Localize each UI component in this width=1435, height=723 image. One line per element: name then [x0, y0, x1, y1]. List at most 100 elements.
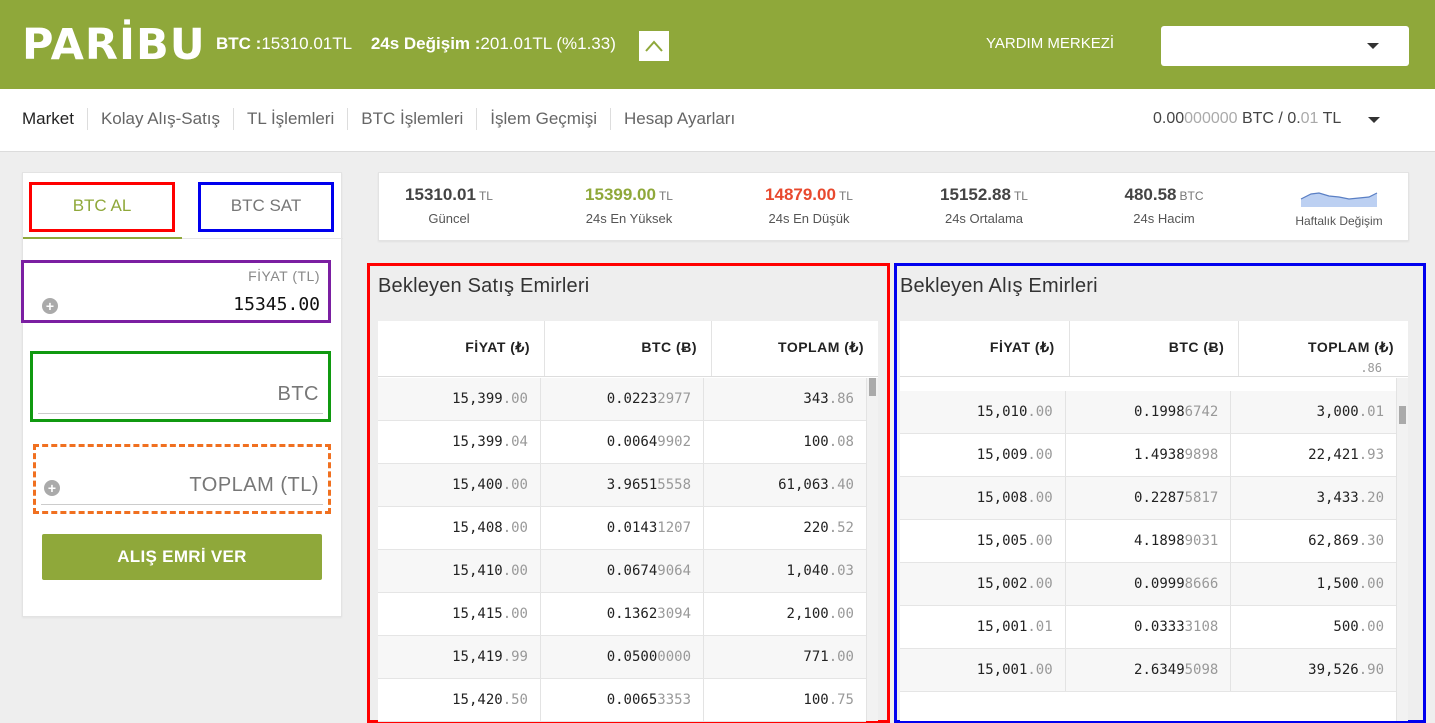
- stat-current-caption: Güncel: [428, 211, 470, 226]
- nav-item-account-settings[interactable]: Hesap Ayarları: [610, 108, 748, 130]
- table-row[interactable]: 15,009.00 1.49389898 22,421.93: [900, 434, 1396, 477]
- ticker-value: 15310.01TL: [261, 34, 353, 53]
- cell-total: 3,000.01: [1231, 391, 1396, 433]
- cell-price-main: 15,008: [976, 490, 1028, 506]
- cell-total-main: 2,100: [786, 606, 829, 622]
- total-input[interactable]: [41, 504, 323, 505]
- cell-btc-dim: 3108: [1184, 619, 1219, 635]
- table-row[interactable]: 15,399.04 0.00649902 100.08: [378, 421, 866, 464]
- cell-total-dim: .08: [828, 434, 854, 450]
- table-row[interactable]: 15,005.00 4.18989031 62,869.30: [900, 520, 1396, 563]
- table-row[interactable]: 15,001.00 2.63495098 39,526.90: [900, 649, 1396, 692]
- table-row[interactable]: 15,001.01 0.03333108 500.00: [900, 606, 1396, 649]
- total-label: TOPLAM (TL): [189, 474, 319, 496]
- cell-price: 15,001.00: [900, 649, 1066, 691]
- buy-scrollbar[interactable]: [1396, 378, 1408, 721]
- table-row[interactable]: 15,008.00 0.22875817 3,433.20: [900, 477, 1396, 520]
- cell-total-main: 343: [803, 391, 829, 407]
- cell-btc-main: 0.1998: [1134, 404, 1185, 420]
- cell-price: 15,408.00: [378, 507, 541, 549]
- col-btc-header[interactable]: BTC (Ƀ): [1070, 321, 1240, 376]
- cell-total: 62,869.30: [1231, 520, 1396, 562]
- cell-total-main: 771: [803, 649, 829, 665]
- sell-orders-table: FİYAT (₺) BTC (Ƀ) TOPLAM (₺) 15,399.00 0.…: [378, 321, 878, 722]
- col-total-header[interactable]: TOPLAM (₺): [1239, 321, 1408, 376]
- nav-item-tl-transactions[interactable]: TL İşlemleri: [233, 108, 347, 130]
- caret-down-icon: [1367, 43, 1379, 49]
- cell-btc-main: 0.0223: [606, 391, 658, 407]
- balance-btc-unit: BTC / 0.: [1237, 110, 1301, 127]
- cell-total-dim: .90: [1358, 662, 1385, 678]
- cell-price: 15,415.00: [378, 593, 541, 635]
- col-price-header[interactable]: FİYAT (₺): [900, 321, 1070, 376]
- col-total-header[interactable]: TOPLAM (₺): [712, 321, 878, 376]
- plus-circle-icon[interactable]: +: [44, 480, 60, 496]
- total-field[interactable]: + TOPLAM (TL): [33, 444, 331, 514]
- cell-total-dim: .86: [828, 391, 854, 407]
- table-row[interactable]: 15,399.00 0.02232977 343.86: [378, 378, 866, 421]
- cell-price-dim: .01: [1027, 619, 1053, 635]
- cell-price-main: 15,400: [452, 477, 503, 493]
- cell-total-dim: .93: [1358, 447, 1385, 463]
- table-row[interactable]: 15,400.00 3.96515558 61,063.40: [378, 464, 866, 507]
- price-input[interactable]: 15345.00: [233, 294, 320, 315]
- scrollbar-thumb[interactable]: [1399, 406, 1406, 424]
- paribu-logo[interactable]: PARİBU: [22, 22, 206, 68]
- table-row[interactable]: 15,410.00 0.06749064 1,040.03: [378, 550, 866, 593]
- cell-btc-main: 4.1898: [1134, 533, 1185, 549]
- cell-btc-main: 1.4938: [1134, 447, 1185, 463]
- nav-item-market[interactable]: Market: [22, 108, 87, 130]
- account-dropdown[interactable]: [1161, 26, 1409, 66]
- tab-btc-buy[interactable]: BTC AL: [29, 182, 175, 232]
- cell-btc-main: 0.1362: [606, 606, 658, 622]
- tab-btc-sell[interactable]: BTC SAT: [198, 182, 334, 232]
- table-row[interactable]: 15,420.50 0.00653353 100.75: [378, 679, 866, 722]
- plus-circle-icon[interactable]: +: [42, 298, 58, 314]
- caret-down-icon[interactable]: [1368, 117, 1380, 123]
- cell-btc-main: 3.9651: [606, 477, 658, 493]
- cell-total-main: 220: [803, 520, 829, 536]
- cell-price: 15,400.00: [378, 464, 541, 506]
- cell-btc: 0.13623094: [541, 593, 704, 635]
- nav-item-history[interactable]: İşlem Geçmişi: [476, 108, 610, 130]
- nav-item-easy-trade[interactable]: Kolay Alış-Satış: [86, 108, 233, 130]
- cell-price-dim: .00: [502, 563, 528, 579]
- price-up-button[interactable]: [639, 31, 669, 61]
- col-price-header[interactable]: FİYAT (₺): [378, 321, 545, 376]
- balance-tl-dim: 01: [1300, 110, 1319, 127]
- table-row[interactable]: 15,408.00 0.01431207 220.52: [378, 507, 866, 550]
- cell-price: 15,008.00: [900, 477, 1066, 519]
- weekly-change[interactable]: Haftalık Değişim: [1289, 185, 1389, 228]
- nav-menu: Market Kolay Alış-Satış TL İşlemleri BTC…: [22, 108, 748, 130]
- stat-average-unit: TL: [1013, 189, 1028, 203]
- table-row[interactable]: 15,010.00 0.19986742 3,000.01: [900, 391, 1396, 434]
- stat-average-value: 15152.88: [940, 185, 1011, 204]
- cell-btc-dim: 5817: [1184, 490, 1219, 506]
- table-row[interactable]: 15,002.00 0.09998666 1,500.00: [900, 563, 1396, 606]
- cell-btc: 0.22875817: [1066, 477, 1232, 519]
- balance-display[interactable]: 0.00000000 BTC / 0.01 TL: [1153, 109, 1341, 129]
- cell-btc-main: 0.0143: [606, 520, 658, 536]
- sell-scrollbar[interactable]: [866, 378, 878, 721]
- cell-price-dim: .00: [502, 477, 528, 493]
- place-buy-order-button[interactable]: ALIŞ EMRİ VER: [42, 534, 322, 580]
- cell-btc-main: 0.0064: [606, 434, 658, 450]
- cell-total-dim: .03: [828, 563, 854, 579]
- help-center-link[interactable]: YARDIM MERKEZİ: [986, 35, 1114, 53]
- change-label: 24s Değişim :: [370, 34, 481, 53]
- table-row[interactable]: 15,419.99 0.05000000 771.00: [378, 636, 866, 679]
- col-btc-header[interactable]: BTC (Ƀ): [545, 321, 712, 376]
- cell-total-dim: .00: [1358, 576, 1385, 592]
- cell-price-dim: .00: [1027, 447, 1053, 463]
- cell-btc-dim: 5558: [657, 477, 691, 493]
- price-field[interactable]: FİYAT (TL) + 15345.00: [21, 260, 331, 323]
- cell-total: 343.86: [704, 378, 866, 420]
- table-row[interactable]: 15,415.00 0.13623094 2,100.00: [378, 593, 866, 636]
- nav-item-btc-transactions[interactable]: BTC İşlemleri: [347, 108, 476, 130]
- btc-amount-field[interactable]: BTC: [30, 351, 331, 422]
- cell-total-main: 61,063: [778, 477, 829, 493]
- cell-btc-main: 0.2287: [1134, 490, 1185, 506]
- top-header: PARİBU BTC :15310.01TL 24s Değişim :201.…: [0, 0, 1435, 89]
- cell-btc-dim: 0000: [657, 649, 691, 665]
- scrollbar-thumb[interactable]: [869, 378, 876, 396]
